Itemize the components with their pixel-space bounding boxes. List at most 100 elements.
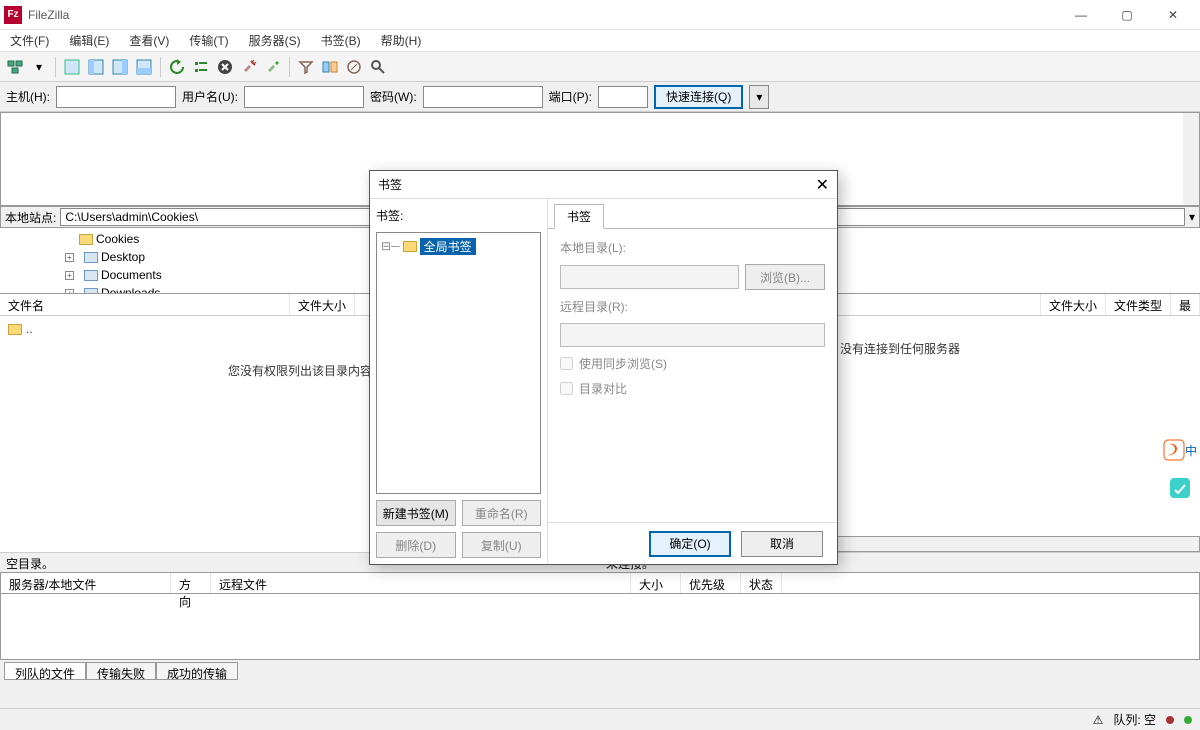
toggle-localtree-icon[interactable]	[85, 56, 107, 78]
tree-root[interactable]: 全局书签	[420, 238, 476, 255]
close-icon[interactable]: ✕	[816, 175, 829, 195]
queue-tabs: 列队的文件 传输失败 成功的传输	[0, 660, 1200, 682]
updir[interactable]: ..	[26, 322, 33, 336]
app-icon: Fz	[4, 6, 22, 24]
quickconnect-button[interactable]: 快速连接(Q)	[654, 85, 743, 109]
col-state[interactable]: 状态	[741, 573, 782, 593]
quickconnect-bar: 主机(H): 用户名(U): 密码(W): 端口(P): 快速连接(Q) ▾	[0, 82, 1200, 112]
toggle-queue-icon[interactable]	[133, 56, 155, 78]
bookmarks-tree[interactable]: ⊟─ 全局书签	[376, 232, 541, 494]
menubar: 文件(F) 编辑(E) 查看(V) 传输(T) 服务器(S) 书签(B) 帮助(…	[0, 30, 1200, 52]
user-label: 用户名(U):	[182, 88, 238, 105]
tree-item[interactable]: Cookies	[96, 232, 139, 246]
new-bookmark-button[interactable]: 新建书签(M)	[376, 500, 456, 526]
rename-button: 重命名(R)	[462, 500, 542, 526]
folder-icon	[84, 270, 98, 281]
remote-dir-label: 远程目录(R):	[560, 298, 825, 315]
col-name[interactable]: 文件名	[0, 294, 290, 315]
local-dir-label: 本地目录(L):	[560, 239, 825, 256]
scrollbar-icon[interactable]	[1183, 113, 1199, 205]
col-priority[interactable]: 优先级	[681, 573, 741, 593]
pass-input[interactable]	[423, 86, 543, 108]
col-qsize[interactable]: 大小	[631, 573, 681, 593]
sync-label: 使用同步浏览(S)	[579, 355, 667, 372]
cancel-button[interactable]: 取消	[741, 531, 823, 557]
menu-bookmarks[interactable]: 书签(B)	[315, 30, 367, 51]
activity-led-down	[1166, 716, 1174, 724]
reconnect-icon[interactable]	[262, 56, 284, 78]
disconnect-icon[interactable]	[238, 56, 260, 78]
col-direction[interactable]: 方向	[171, 573, 211, 593]
dialog-title: 书签	[378, 176, 402, 193]
sitemanager-icon[interactable]	[4, 56, 26, 78]
toolbar: ▾	[0, 52, 1200, 82]
col-type[interactable]: 文件类型	[1106, 294, 1171, 315]
col-server[interactable]: 服务器/本地文件	[1, 573, 171, 593]
ime-widget[interactable]: 中	[1160, 435, 1200, 465]
remote-dir-input	[560, 323, 825, 347]
tree-item[interactable]: Desktop	[101, 250, 145, 264]
tab-bookmark[interactable]: 书签	[554, 204, 604, 229]
queue-status: 队列: 空	[1113, 711, 1156, 728]
host-input[interactable]	[56, 86, 176, 108]
dropdown-icon[interactable]: ▾	[1189, 210, 1195, 224]
tree-item[interactable]: Downloads	[101, 286, 160, 294]
statusbar: ⚠ 队列: 空	[0, 708, 1200, 730]
tab-failed[interactable]: 传输失败	[86, 662, 156, 680]
refresh-icon[interactable]	[166, 56, 188, 78]
expand-icon[interactable]: +	[65, 271, 74, 280]
tree-item[interactable]: Documents	[101, 268, 162, 282]
process-queue-icon[interactable]	[190, 56, 212, 78]
toggle-log-icon[interactable]	[61, 56, 83, 78]
menu-edit[interactable]: 编辑(E)	[63, 30, 115, 51]
expand-icon[interactable]: +	[65, 253, 74, 262]
folder-icon	[8, 324, 22, 335]
toggle-remotetree-icon[interactable]	[109, 56, 131, 78]
menu-help[interactable]: 帮助(H)	[375, 30, 428, 51]
side-widgets: 中	[1160, 435, 1200, 503]
host-label: 主机(H):	[6, 88, 50, 105]
cancel-icon[interactable]	[214, 56, 236, 78]
sync-browse-icon[interactable]	[343, 56, 365, 78]
sync-checkbox	[560, 357, 573, 370]
ok-button[interactable]: 确定(O)	[649, 531, 731, 557]
warning-icon[interactable]: ⚠	[1093, 713, 1104, 727]
compare-icon[interactable]	[319, 56, 341, 78]
folder-icon	[79, 234, 93, 245]
menu-view[interactable]: 查看(V)	[123, 30, 175, 51]
tab-queued[interactable]: 列队的文件	[4, 662, 86, 680]
quickconnect-dropdown[interactable]: ▾	[749, 85, 769, 109]
col-last[interactable]: 最	[1171, 294, 1200, 315]
menu-transfer[interactable]: 传输(T)	[183, 30, 234, 51]
assist-widget[interactable]	[1160, 473, 1200, 503]
col-size[interactable]: 文件大小	[290, 294, 355, 315]
port-input[interactable]	[598, 86, 648, 108]
browse-button: 浏览(B)...	[745, 264, 825, 290]
col-remote[interactable]: 远程文件	[211, 573, 631, 593]
maximize-button[interactable]: ▢	[1104, 0, 1150, 30]
local-site-label: 本地站点:	[5, 209, 56, 226]
filter-icon[interactable]	[295, 56, 317, 78]
bookmarks-label: 书签:	[376, 205, 541, 226]
user-input[interactable]	[244, 86, 364, 108]
app-title: FileZilla	[28, 8, 69, 22]
sitemanager-drop-icon[interactable]: ▾	[28, 56, 50, 78]
copy-button: 复制(U)	[462, 532, 542, 558]
menu-file[interactable]: 文件(F)	[4, 30, 55, 51]
close-button[interactable]: ✕	[1150, 0, 1196, 30]
bookmarks-dialog: 书签 ✕ 书签: ⊟─ 全局书签 新建书签(M) 重命名(R) 删除(D) 复制…	[369, 170, 838, 565]
col-size[interactable]: 文件大小	[1041, 294, 1106, 315]
tab-success[interactable]: 成功的传输	[156, 662, 238, 680]
minimize-button[interactable]: —	[1058, 0, 1104, 30]
delete-button: 删除(D)	[376, 532, 456, 558]
queue-header: 服务器/本地文件 方向 远程文件 大小 优先级 状态	[0, 572, 1200, 594]
local-dir-input	[560, 265, 739, 289]
pass-label: 密码(W):	[370, 88, 417, 105]
titlebar: Fz FileZilla — ▢ ✕	[0, 0, 1200, 30]
folder-icon	[84, 252, 98, 263]
folder-icon	[403, 241, 417, 252]
menu-server[interactable]: 服务器(S)	[243, 30, 307, 51]
port-label: 端口(P):	[549, 88, 592, 105]
search-icon[interactable]	[367, 56, 389, 78]
compare-checkbox	[560, 382, 573, 395]
